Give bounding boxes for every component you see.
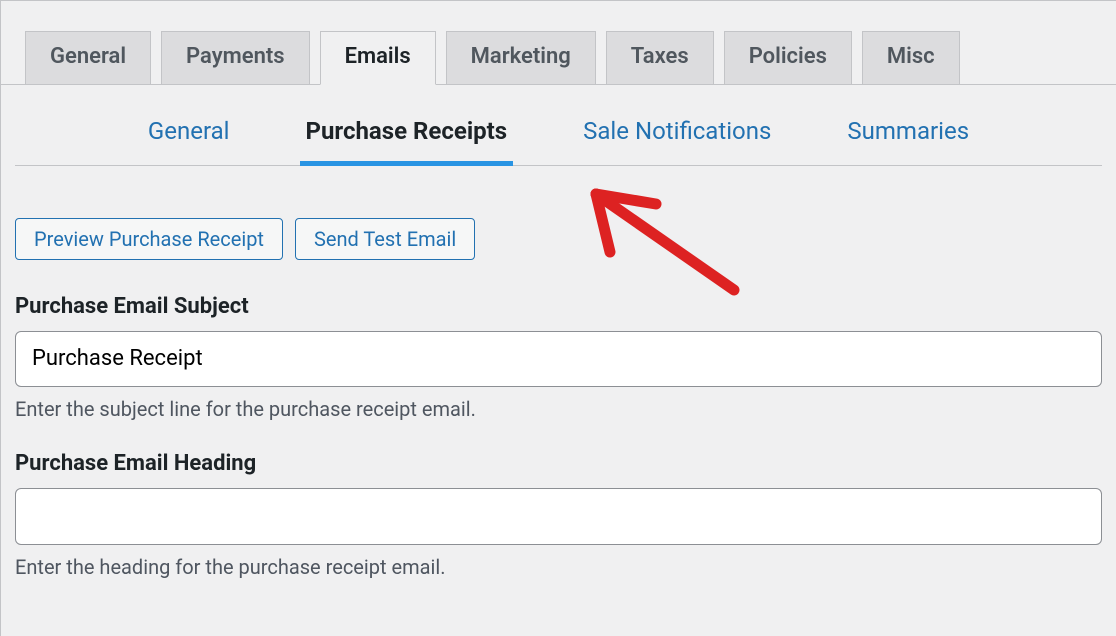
subject-field-group: Purchase Email Subject Enter the subject… <box>15 294 1102 421</box>
tab-general[interactable]: General <box>25 31 151 84</box>
tab-payments[interactable]: Payments <box>161 31 310 84</box>
preview-purchase-receipt-button[interactable]: Preview Purchase Receipt <box>15 218 283 260</box>
heading-label: Purchase Email Heading <box>15 451 1102 476</box>
tab-misc[interactable]: Misc <box>862 31 960 84</box>
secondary-tabs: General Purchase Receipts Sale Notificat… <box>15 85 1102 166</box>
purchase-email-subject-input[interactable] <box>15 331 1102 387</box>
action-buttons: Preview Purchase Receipt Send Test Email <box>15 218 1102 260</box>
primary-tabs: General Payments Emails Marketing Taxes … <box>1 1 1116 85</box>
heading-field-group: Purchase Email Heading Enter the heading… <box>15 451 1102 578</box>
tab-marketing[interactable]: Marketing <box>446 31 596 84</box>
heading-help-text: Enter the heading for the purchase recei… <box>15 555 1102 579</box>
send-test-email-button[interactable]: Send Test Email <box>295 218 475 260</box>
purchase-email-heading-input[interactable] <box>15 488 1102 544</box>
subtab-summaries[interactable]: Summaries <box>841 109 975 165</box>
tab-policies[interactable]: Policies <box>724 31 852 84</box>
tab-emails[interactable]: Emails <box>320 31 436 85</box>
subject-label: Purchase Email Subject <box>15 294 1102 319</box>
subtab-sale-notifications[interactable]: Sale Notifications <box>577 109 777 165</box>
subtab-purchase-receipts[interactable]: Purchase Receipts <box>300 109 514 165</box>
subtab-general[interactable]: General <box>142 109 236 165</box>
tab-taxes[interactable]: Taxes <box>606 31 714 84</box>
subject-help-text: Enter the subject line for the purchase … <box>15 397 1102 421</box>
